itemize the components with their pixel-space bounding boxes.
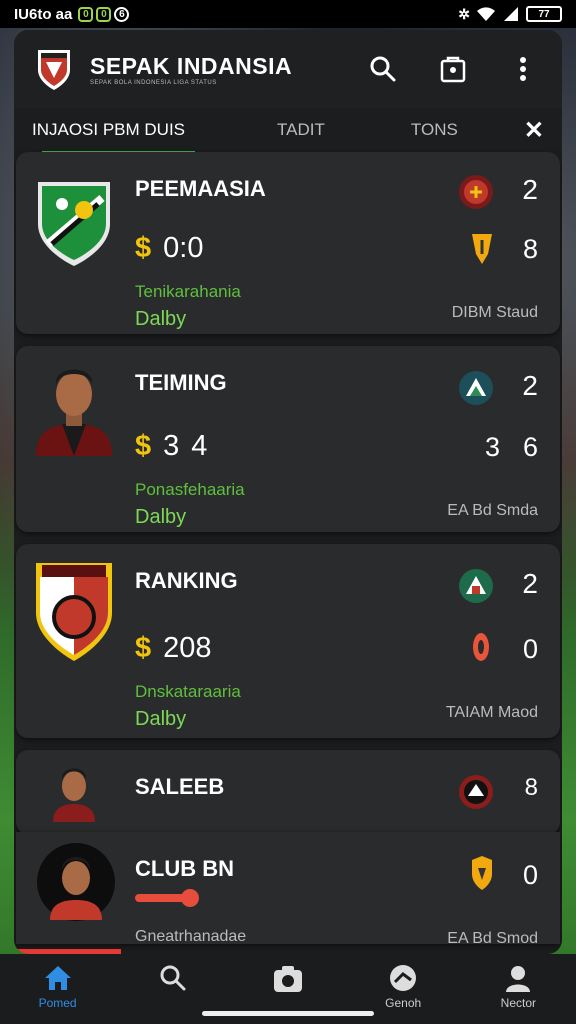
dollar-icon: $ [135, 632, 152, 664]
dollar-icon: $ [135, 430, 152, 462]
card-user: Dalby [135, 506, 187, 528]
shield-icon [472, 856, 492, 890]
progress-bar[interactable] [135, 889, 199, 907]
nav-home[interactable]: Pomed [18, 964, 98, 1010]
card-description: Tenikarahania [135, 282, 241, 301]
profile-icon [506, 966, 531, 992]
nav-ball[interactable]: Genoh [363, 964, 443, 1010]
card-description: Dnskataraaria [135, 682, 241, 701]
search-icon [160, 965, 186, 991]
card-title: TEIMING [135, 370, 227, 395]
team-card[interactable]: PEEMAASIA $ 0:0 Tenikarahania Dalby 2 8 … [16, 152, 560, 334]
home-indicator [202, 1011, 374, 1016]
score-home: 3 [163, 430, 180, 462]
app-logo [34, 46, 74, 92]
rank-value: 2 [522, 370, 538, 401]
notification-icon: 6 [114, 6, 130, 22]
main-panel: SEPAK INDANSIA SEPAK BOLA INDONESIA LIGA… [14, 30, 562, 954]
close-icon[interactable]: ✕ [524, 116, 544, 145]
player-photo [32, 762, 116, 822]
team-crest [32, 174, 116, 270]
score-away: 4 [191, 430, 208, 462]
trophy-icon [472, 234, 492, 264]
app-title: SEPAK INDANSIA [90, 52, 293, 79]
bag-icon [440, 56, 466, 83]
tab-first[interactable]: INJAOSI PBM DUIS [32, 120, 196, 154]
card-user: Dalby [135, 308, 187, 330]
more-vertical-icon [520, 57, 526, 81]
bluetooth-icon: ✲ [458, 5, 470, 22]
status-time: IU6to aa [14, 5, 73, 23]
signal-icon [504, 7, 518, 21]
rank-value: 2 [522, 174, 538, 205]
squad-label: TAIAM Maod [445, 704, 538, 721]
card-description: Gneatrhanadae [135, 928, 247, 945]
card-title: CLUB BN [135, 856, 234, 881]
card-value-b: 6 [522, 432, 538, 462]
team-crest [32, 563, 116, 661]
bag-button[interactable] [438, 54, 468, 84]
app-bar: SEPAK INDANSIA SEPAK BOLA INDONESIA LIGA… [14, 30, 562, 108]
rank-value: 2 [522, 568, 538, 599]
team-card[interactable]: TEIMING $ 3 4 Ponasfehaaria Dalby 2 3 6 … [16, 346, 560, 532]
app-subtitle: SEPAK BOLA INDONESIA LIGA STATUS [90, 79, 217, 86]
club-badge-icon [459, 569, 493, 603]
card-description: Ponasfehaaria [135, 480, 245, 499]
search-button[interactable] [368, 54, 398, 84]
squad-label: DIBM Staud [451, 304, 538, 321]
flame-icon [473, 633, 489, 661]
bottom-navigation: Pomed Genoh Nector [0, 954, 576, 1024]
club-badge-icon [459, 175, 493, 209]
more-menu-button[interactable] [508, 54, 538, 84]
score-away: 0 [187, 232, 204, 264]
nav-profile[interactable]: Nector [478, 964, 558, 1010]
card-title: SALEEB [135, 774, 225, 799]
team-card[interactable]: SALEEB 8 [16, 750, 560, 834]
notification-icon: 0 [96, 6, 112, 22]
nav-search[interactable] [133, 964, 213, 992]
score: $ 3 4 [135, 430, 207, 463]
card-value: 8 [522, 234, 538, 264]
nav-ball-label: Genoh [385, 996, 422, 1010]
dollar-icon: $ [135, 232, 152, 264]
club-badge-icon [459, 775, 493, 809]
team-card[interactable]: RANKING $ 208 Dnskataraaria Dalby 2 0 TA… [16, 544, 560, 738]
status-bar: IU6to aa 0 0 6 ✲ 77 [0, 0, 576, 28]
squad-label: EA Bd Smod [447, 930, 538, 947]
nav-profile-label: Nector [500, 996, 537, 1010]
player-photo [34, 840, 118, 924]
card-value: 0 [522, 860, 538, 890]
team-card[interactable]: CLUB BN 0 Gneatrhanadae EA Bd Smod [16, 832, 560, 947]
camera-icon [273, 966, 302, 992]
nav-home-label: Pomed [38, 996, 77, 1010]
search-icon [370, 56, 396, 82]
home-icon [44, 966, 71, 990]
club-badge-icon [459, 371, 493, 405]
squad-label: EA Bd Smda [447, 502, 538, 519]
nav-camera[interactable] [248, 964, 328, 994]
tab-second[interactable]: TADIT [277, 120, 325, 140]
score-home: 0 [163, 232, 180, 264]
score: $ 0:0 [135, 232, 203, 265]
card-value: 0 [522, 634, 538, 664]
card-value-a: 3 [484, 432, 500, 462]
battery-icon: 77 [526, 6, 562, 22]
battery-level: 77 [538, 8, 550, 20]
score: $ 208 [135, 632, 212, 665]
ball-icon [390, 965, 417, 991]
tab-bar: INJAOSI PBM DUIS TADIT TONS ✕ [14, 108, 562, 154]
score-total: 208 [163, 632, 212, 664]
tab-third[interactable]: TONS [411, 120, 458, 140]
card-title: PEEMAASIA [135, 176, 266, 201]
progress-knob[interactable] [181, 889, 199, 907]
card-user: Dalby [135, 708, 187, 730]
wifi-icon [477, 7, 495, 21]
menu-glyph[interactable]: 8 [525, 774, 538, 802]
card-title: RANKING [135, 568, 238, 593]
notification-icon: 0 [78, 6, 94, 22]
player-photo [32, 360, 116, 456]
